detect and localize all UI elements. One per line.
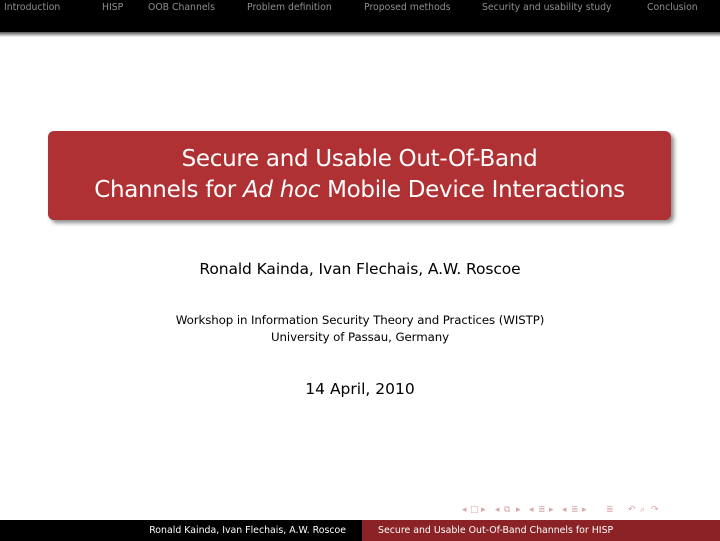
title-line-2: Channels for Ad hoc Mobile Device Intera… [48, 175, 671, 206]
headline-bar: Introduction HISP OOB Channels Problem d… [0, 0, 720, 32]
title-line-2-suffix: Mobile Device Interactions [320, 177, 625, 203]
institute: Workshop in Information Security Theory … [0, 312, 720, 346]
section-navigation: Introduction HISP OOB Channels Problem d… [0, 2, 720, 14]
subsection-icon[interactable]: ⧉ [504, 505, 510, 515]
nav-section-introduction[interactable]: Introduction [4, 2, 60, 14]
authors: Ronald Kainda, Ivan Flechais, A.W. Rosco… [199, 260, 521, 278]
nav-section-problem-definition[interactable]: Problem definition [247, 2, 332, 14]
title-line-2-italic: Ad hoc [242, 177, 321, 203]
nav-section-oob-channels[interactable]: OOB Channels [148, 2, 215, 14]
institute-line-1: Workshop in Information Security Theory … [175, 313, 545, 327]
institute-line-2: University of Passau, Germany [270, 330, 449, 344]
frame-prev-icon[interactable]: ◂ [462, 505, 467, 515]
frame-next-icon[interactable]: ▸ [481, 505, 486, 515]
subsection2-next-icon[interactable]: ▸ [582, 505, 587, 515]
search-icon[interactable]: ⌕ [640, 505, 645, 515]
back-icon[interactable]: ↶ [628, 505, 636, 515]
document-icon[interactable]: ≣ [606, 505, 614, 515]
title-box: Secure and Usable Out-Of-Band Channels f… [48, 131, 671, 220]
subsection2-icon[interactable]: ≣ [571, 505, 579, 515]
subsection2-prev-icon[interactable]: ◂ [562, 505, 567, 515]
subsection-prev-icon[interactable]: ◂ [495, 505, 500, 515]
headline-shadow [0, 32, 720, 37]
footer-authors: Ronald Kainda, Ivan Flechais, A.W. Rosco… [0, 520, 362, 541]
nav-section-hisp[interactable]: HISP [102, 2, 123, 14]
frame-icon[interactable]: □ [470, 505, 479, 515]
section-next-icon[interactable]: ▸ [549, 505, 554, 515]
nav-section-conclusion[interactable]: Conclusion [647, 2, 698, 14]
nav-section-security-usability-study[interactable]: Security and usability study [482, 2, 612, 14]
subsection-next-icon[interactable]: ▸ [516, 505, 521, 515]
nav-section-proposed-methods[interactable]: Proposed methods [364, 2, 451, 14]
presentation-date: 14 April, 2010 [305, 380, 415, 398]
section-icon[interactable]: ≣ [538, 505, 546, 515]
title-line-1: Secure and Usable Out-Of-Band [181, 146, 538, 172]
title-line-2-prefix: Channels for [94, 177, 243, 203]
footer-short-title: Secure and Usable Out-Of-Band Channels f… [362, 520, 720, 541]
forward-icon[interactable]: ↷ [651, 505, 659, 515]
section-prev-icon[interactable]: ◂ [529, 505, 534, 515]
